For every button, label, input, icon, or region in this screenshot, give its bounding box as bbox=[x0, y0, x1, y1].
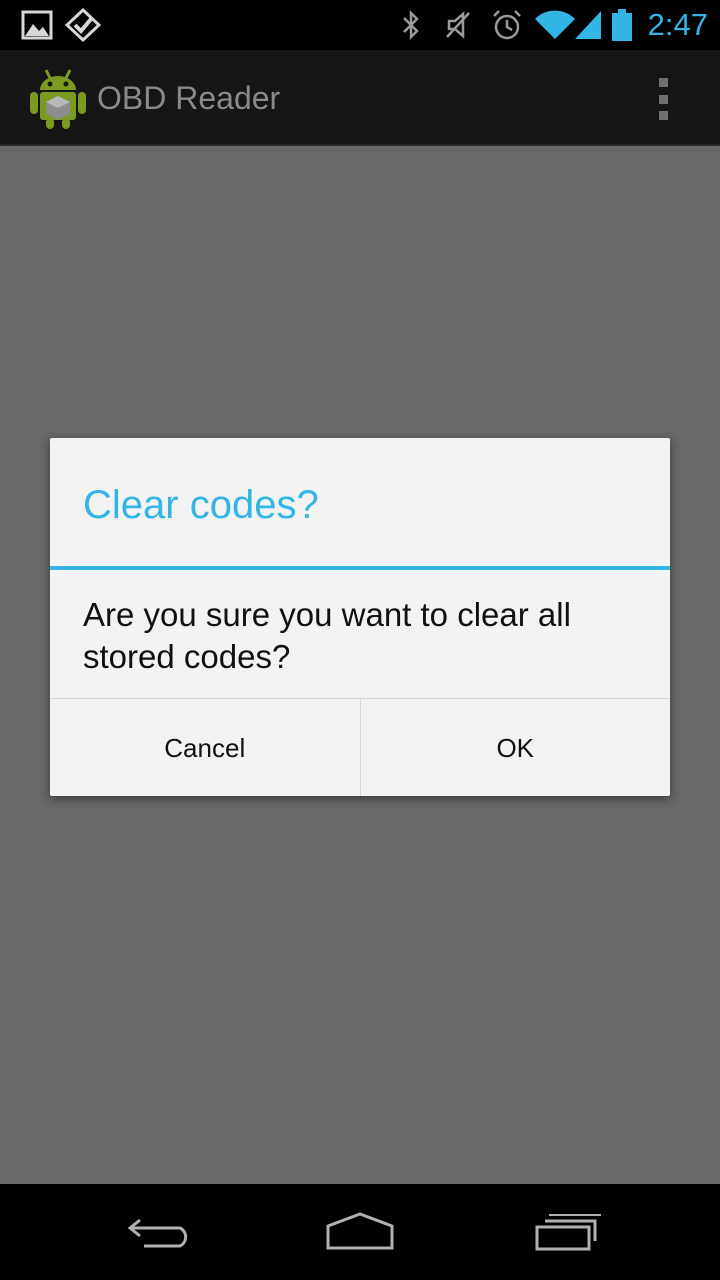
status-time: 2:47 bbox=[647, 7, 708, 42]
gallery-icon bbox=[20, 8, 54, 42]
back-icon[interactable] bbox=[115, 1200, 205, 1264]
wifi-icon bbox=[534, 8, 576, 42]
recent-apps-icon[interactable] bbox=[518, 1200, 608, 1264]
alarm-icon bbox=[489, 8, 525, 42]
home-icon[interactable] bbox=[315, 1200, 405, 1264]
dialog-button-bar: Cancel OK bbox=[50, 698, 670, 796]
bluetooth-icon bbox=[398, 8, 424, 42]
dialog-title: Clear codes? bbox=[83, 483, 319, 527]
clear-codes-dialog: Clear codes? Are you sure you want to cl… bbox=[50, 438, 670, 796]
android-app-icon bbox=[28, 66, 88, 130]
cancel-button[interactable]: Cancel bbox=[50, 699, 360, 796]
dialog-message: Are you sure you want to clear all store… bbox=[83, 596, 571, 675]
signal-icon bbox=[572, 8, 604, 42]
title-divider bbox=[50, 566, 670, 570]
action-bar: OBD Reader bbox=[0, 50, 720, 146]
overflow-menu-icon[interactable] bbox=[646, 78, 680, 120]
ok-button[interactable]: OK bbox=[361, 699, 671, 796]
foursquare-icon bbox=[64, 8, 102, 42]
navigation-bar bbox=[0, 1184, 720, 1280]
battery-icon bbox=[610, 8, 634, 42]
status-bar: 2:47 bbox=[0, 0, 720, 50]
app-title: OBD Reader bbox=[97, 80, 281, 116]
muted-icon bbox=[442, 8, 474, 42]
